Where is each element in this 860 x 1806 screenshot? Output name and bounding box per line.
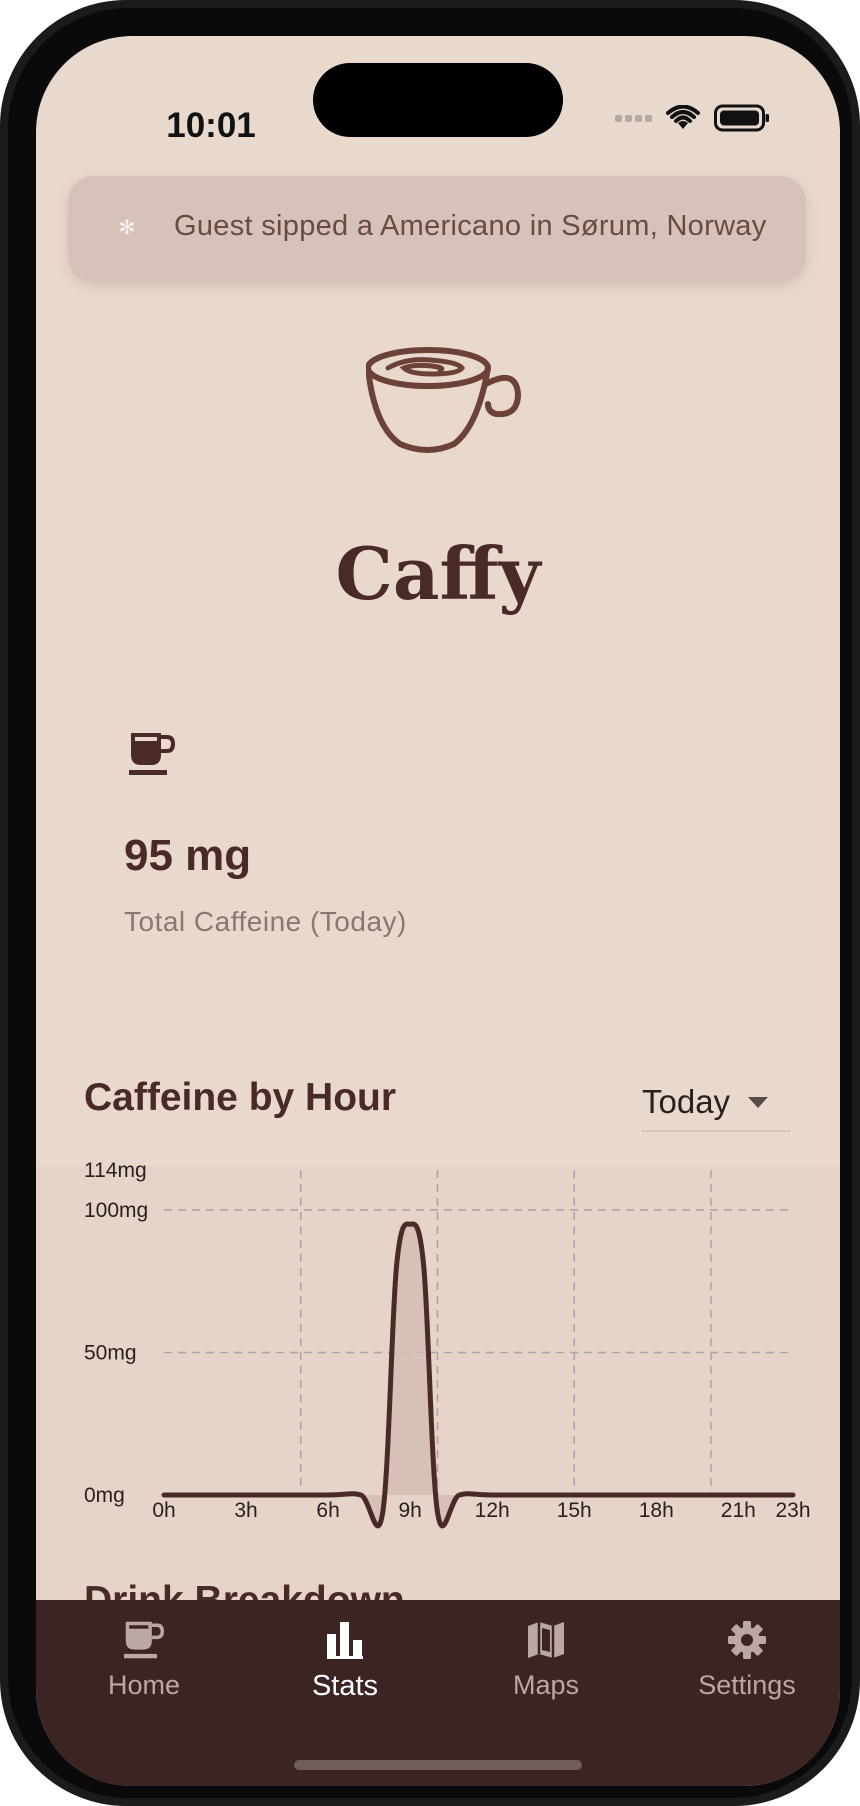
y-tick-label: 114mg xyxy=(84,1159,147,1182)
tab-home[interactable]: Home xyxy=(54,1620,234,1710)
status-icons xyxy=(615,98,770,138)
home-indicator[interactable] xyxy=(294,1760,582,1770)
phone-frame: 10:01 ✻ Guest sipped a Americano in Søru… xyxy=(0,0,860,1806)
app-title: Caffy xyxy=(335,531,541,616)
tab-stats-label: Stats xyxy=(311,1670,379,1702)
x-tick-label: 15h xyxy=(557,1499,592,1522)
coffee-cup-icon xyxy=(124,1621,164,1659)
x-tick-label: 18h xyxy=(639,1499,674,1522)
dynamic-island xyxy=(313,63,563,137)
x-tick-label: 21h xyxy=(721,1499,756,1522)
y-tick-label: 0mg xyxy=(84,1484,125,1507)
bottom-tab-bar: Home Stats Maps Settings xyxy=(36,1600,840,1786)
chevron-down-icon xyxy=(748,1096,769,1108)
tab-home-label: Home xyxy=(107,1670,181,1700)
battery-icon xyxy=(714,104,769,132)
x-tick-label: 9h xyxy=(398,1499,421,1522)
tab-stats[interactable]: Stats xyxy=(255,1620,435,1710)
chart-title: Caffeine by Hour xyxy=(84,1076,397,1119)
sparkle-icon: ✻ xyxy=(118,217,136,239)
caffeine-by-hour-chart: 0mg 50mg 100mg 114mg 0h 3h 6h 9h 12h 15h 18h 21h 23h xyxy=(84,1159,811,1529)
range-selected-value: Today xyxy=(642,1083,731,1120)
total-caffeine-value: 95 mg xyxy=(124,831,252,880)
x-tick-label: 6h xyxy=(316,1499,339,1522)
y-tick-label: 100mg xyxy=(84,1199,148,1222)
coffee-cup-logo-icon xyxy=(366,347,522,453)
phone-bezel: 10:01 ✻ Guest sipped a Americano in Søru… xyxy=(8,8,852,1798)
tab-settings[interactable]: Settings xyxy=(657,1620,837,1710)
tab-settings-label: Settings xyxy=(698,1670,796,1700)
app-screen: 10:01 ✻ Guest sipped a Americano in Søru… xyxy=(36,36,840,1786)
x-tick-label: 0h xyxy=(152,1499,175,1522)
y-tick-label: 50mg xyxy=(84,1341,137,1364)
x-tick-label: 12h xyxy=(475,1499,510,1522)
coffee-mug-icon xyxy=(129,733,175,775)
map-icon xyxy=(528,1622,564,1658)
tab-maps-label: Maps xyxy=(512,1670,580,1700)
wifi-icon xyxy=(666,105,700,129)
x-tick-label: 3h xyxy=(234,1499,257,1522)
caffeine-line xyxy=(161,1221,796,1529)
activity-toast[interactable]: ✻ Guest sipped a Americano in Sørum, Nor… xyxy=(68,176,806,282)
status-time: 10:01 xyxy=(166,106,256,145)
area-fill xyxy=(164,1223,793,1526)
toast-message: Guest sipped a Americano in Sørum, Norwa… xyxy=(174,210,767,242)
tab-maps[interactable]: Maps xyxy=(456,1620,636,1710)
x-tick-label: 23h xyxy=(775,1499,810,1522)
gear-icon xyxy=(728,1621,766,1659)
bar-chart-icon xyxy=(327,1622,363,1659)
cellular-signal-icon xyxy=(615,114,652,122)
range-dropdown[interactable]: Today xyxy=(642,1074,790,1132)
total-caffeine-label: Total Caffeine (Today) xyxy=(124,906,407,937)
